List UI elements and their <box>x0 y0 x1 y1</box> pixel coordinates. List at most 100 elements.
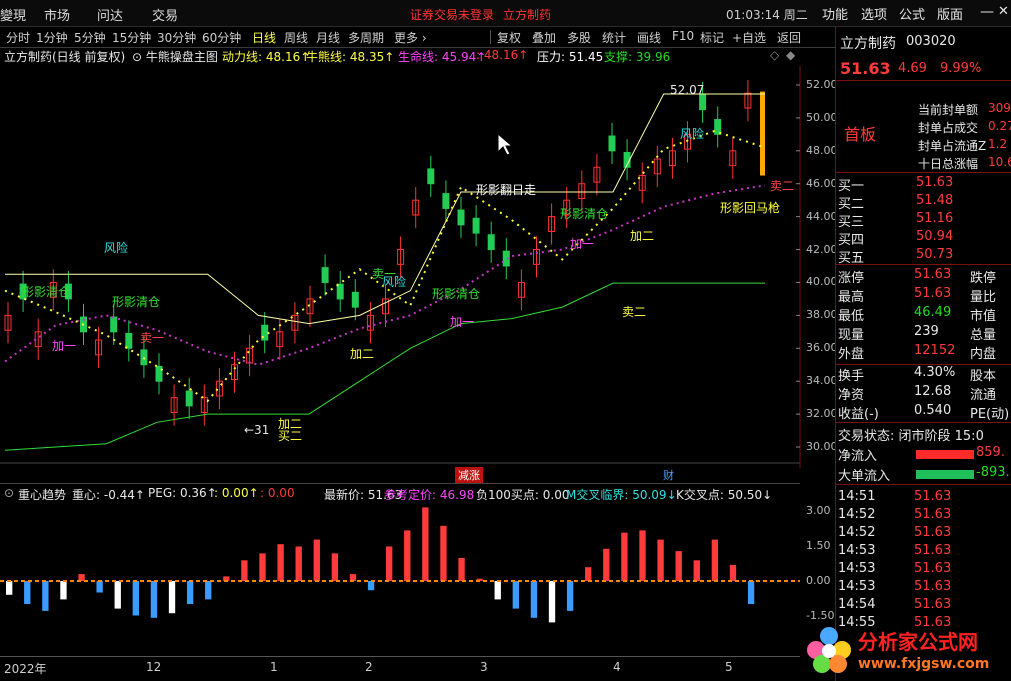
menu-function[interactable]: 功能 <box>822 4 848 23</box>
date-tick-label: 12 <box>146 660 162 674</box>
tool-stats[interactable]: 统计 <box>602 29 626 46</box>
histogram-bar <box>96 581 103 593</box>
trade-login-notice[interactable]: 证券交易未登录 <box>410 6 494 23</box>
histogram-bar <box>186 581 194 604</box>
main-indicator-header: 立方制药(日线 前复权) ⊙ 牛熊操盘主图 动力线: 48.16↑ 牛熊线: 48… <box>0 47 835 65</box>
tool-draw[interactable]: 画线 <box>637 29 661 46</box>
price-tick-label: 36.00 <box>806 341 838 355</box>
period-weekly[interactable]: 周线 <box>284 29 308 46</box>
histogram-bar <box>458 558 465 581</box>
tool-back[interactable]: 返回 <box>777 29 801 46</box>
period-more[interactable]: 更多 › <box>394 29 427 46</box>
low-price-label: ←31 <box>244 423 269 437</box>
signal-label: 加二 <box>278 417 302 431</box>
formula-selector[interactable]: ⊙ 牛熊操盘主图 <box>132 48 218 65</box>
candle-body <box>699 94 707 111</box>
histogram-bar <box>114 581 121 609</box>
date-tick-label: 4 <box>613 660 621 674</box>
period-5min[interactable]: 5分钟 <box>74 29 106 46</box>
tool-overlay[interactable]: 叠加 <box>532 29 556 46</box>
watermark-url: www.fxjgsw.com <box>858 656 990 672</box>
tool-mark[interactable]: 标记 <box>700 29 724 46</box>
panel-divider <box>835 80 1011 81</box>
period-daily[interactable]: 日线 <box>252 29 276 46</box>
candle-body <box>442 193 450 209</box>
period-15min[interactable]: 15分钟 <box>112 29 151 46</box>
main-kline-chart[interactable]: 52.07←31形影清仓风险形影清仓卖一风险形影清仓加一加二卖一风险形影回马枪卖… <box>0 66 835 468</box>
candle-body <box>336 283 344 300</box>
candle-body <box>427 168 435 185</box>
tool-adjust[interactable]: 复权 <box>497 29 521 46</box>
tick-time: 14:51 <box>838 489 876 504</box>
big-inflow-value: -893. <box>976 465 1010 480</box>
order-price: 51.48 <box>916 193 954 208</box>
indicator-value: 支撑: 39.96 <box>604 50 671 64</box>
period-30min[interactable]: 30分钟 <box>157 29 196 46</box>
seal-label: 封单占成交 <box>918 121 979 135</box>
tick-price: 51.63 <box>914 507 952 522</box>
tick-time: 14:52 <box>838 507 876 522</box>
histogram-bar <box>42 581 49 611</box>
ex-dividend-marker[interactable]: 减涨 <box>455 467 483 483</box>
sub-tick-label: 1.50 <box>806 539 831 552</box>
price-tick-label: 52.00 <box>806 78 838 91</box>
big-inflow-label: 大单流入 <box>838 469 891 484</box>
histogram-bar <box>404 530 411 581</box>
period-minute-chart[interactable]: 分时 <box>6 29 30 46</box>
menu-layout[interactable]: 版面 <box>937 4 963 23</box>
period-monthly[interactable]: 月线 <box>316 29 340 46</box>
diamond-icon[interactable]: ◇ <box>770 48 779 62</box>
histogram-bar <box>386 546 393 581</box>
menu-item-trade[interactable]: 交易 <box>152 5 178 24</box>
histogram-bar <box>349 574 357 581</box>
finance-report-marker[interactable]: 财 <box>663 467 674 483</box>
seal-value: 1.2 <box>988 137 1008 151</box>
menu-item-market[interactable]: 市场 <box>44 5 70 24</box>
period-60min[interactable]: 60分钟 <box>202 29 241 46</box>
tool-f10[interactable]: F10 <box>672 29 694 43</box>
histogram-bar <box>639 530 646 581</box>
stat-label-2: 市值 <box>970 309 997 324</box>
top-menu-bar: 變現 市场 问达 交易 证券交易未登录 立方制药 01:03:14 周二 功能 … <box>0 0 1011 27</box>
sub-indicator-chart[interactable] <box>0 500 800 656</box>
tick-price: 51.63 <box>914 489 952 504</box>
sub-formula-selector-icon[interactable]: ⊙ <box>4 486 14 500</box>
menu-item-wenda[interactable]: 问达 <box>97 5 123 24</box>
histogram-bar <box>603 548 610 581</box>
histogram-bar <box>440 525 447 581</box>
menu-options[interactable]: 选项 <box>861 4 887 23</box>
candle-body <box>351 291 359 308</box>
stat-value: 4.30% <box>914 365 956 380</box>
tick-price: 51.63 <box>914 579 952 594</box>
candle-body <box>185 390 193 407</box>
clock-display: 01:03:14 周二 <box>726 8 808 22</box>
candle-body <box>760 91 765 176</box>
order-price: 51.16 <box>916 211 954 226</box>
price-tick-label: 48.00 <box>806 143 838 157</box>
tool-multi-stock[interactable]: 多股 <box>567 29 591 46</box>
stat-label: 收益(-) <box>838 407 879 422</box>
histogram-bar <box>621 532 628 581</box>
menu-formula[interactable]: 公式 <box>899 4 925 23</box>
stat-value: 239 <box>914 324 939 339</box>
diamond-icon[interactable]: ◆ <box>786 48 795 62</box>
signal-label: 买二 <box>278 429 302 443</box>
price-tick-label: 50.00 <box>806 110 838 124</box>
histogram-bar <box>512 581 519 609</box>
period-toolbar: 分时 1分钟 5分钟 15分钟 30分钟 60分钟 日线 周线 月线 多周期 更… <box>0 27 835 48</box>
close-icon[interactable]: ✕ <box>998 4 1009 19</box>
panel-divider <box>835 422 1011 423</box>
price-tick-label: 42.00 <box>806 242 838 256</box>
tool-add-watchlist[interactable]: +自选 <box>732 29 766 46</box>
stat-value: 0.540 <box>914 403 952 418</box>
tick-time: 14:53 <box>838 561 876 576</box>
order-price: 51.63 <box>916 175 954 190</box>
candle-body <box>472 217 480 234</box>
tick-price: 51.63 <box>914 543 952 558</box>
period-1min[interactable]: 1分钟 <box>36 29 68 46</box>
menu-item-1[interactable]: 變現 <box>0 5 26 24</box>
period-multi[interactable]: 多周期 <box>348 29 384 46</box>
candle-body <box>125 332 133 349</box>
date-tick-label: 1 <box>270 660 278 674</box>
minimize-icon[interactable]: — <box>980 4 994 20</box>
